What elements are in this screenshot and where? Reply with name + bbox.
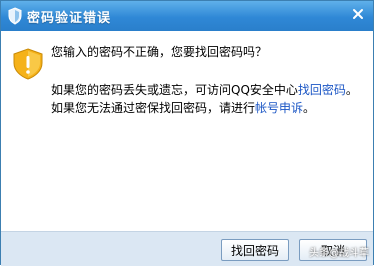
line1-text: 如果您的密码丢失或遗忘，可访问QQ安全中心 — [51, 83, 298, 97]
line2-end: 。 — [303, 101, 316, 115]
password-error-dialog: 密码验证错误 您输入的密码不正确，您要找回密码吗？ 如果您的密码丢失或遗忘，可访… — [0, 0, 374, 266]
recover-password-link[interactable]: 找回密码 — [298, 83, 346, 97]
error-question: 您输入的密码不正确，您要找回密码吗？ — [51, 45, 268, 59]
recover-password-button[interactable]: 找回密码 — [221, 239, 289, 261]
close-icon — [353, 9, 363, 19]
title-bar[interactable]: 密码验证错误 — [1, 1, 373, 31]
account-appeal-link[interactable]: 帐号申诉 — [255, 101, 303, 115]
help-line-appeal: 如果您无法通过密保找回密码，请进行帐号申诉。 — [51, 99, 315, 116]
watermark: 头条@战斗草 — [309, 248, 369, 259]
dialog-title: 密码验证错误 — [27, 11, 112, 26]
close-button[interactable] — [347, 4, 369, 24]
line2-text: 如果您无法通过密保找回密码，请进行 — [51, 101, 256, 115]
help-line-security-center: 如果您的密码丢失或遗忘，可访问QQ安全中心找回密码。 — [51, 81, 358, 98]
warning-shield-icon — [11, 48, 45, 80]
line1-end: 。 — [345, 83, 358, 97]
qq-shield-icon — [7, 7, 23, 25]
